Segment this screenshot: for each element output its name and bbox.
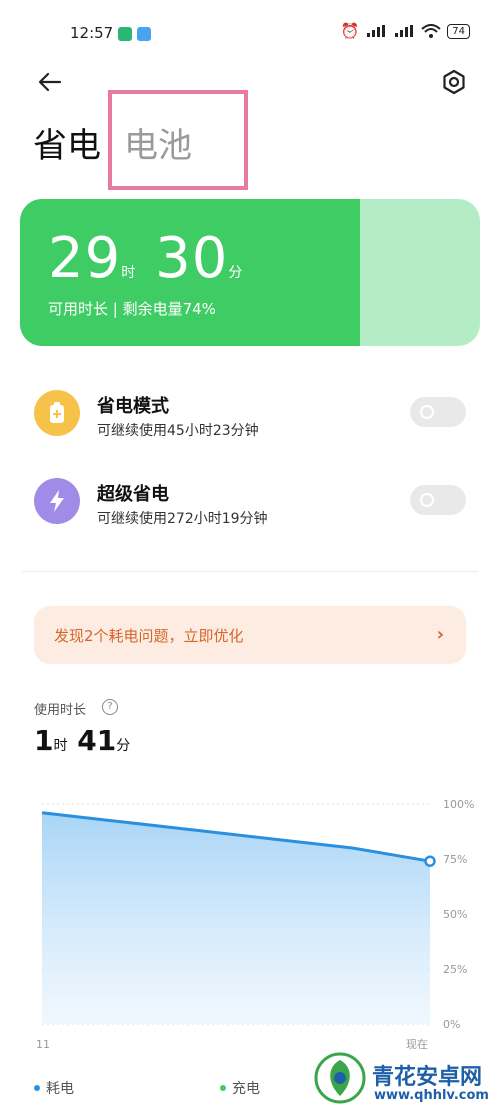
ultra-power-saving-subtitle: 可继续使用272小时19分钟: [97, 511, 268, 527]
y-tick-label: 100%: [443, 798, 474, 811]
usage-duration-value: 1时 41分: [34, 724, 131, 757]
section-divider: [22, 571, 478, 572]
legend-consumption: 耗电: [34, 1078, 74, 1098]
y-tick-label: 0%: [443, 1018, 460, 1031]
battery-icon: 74: [447, 23, 470, 39]
ultra-power-saving-toggle[interactable]: [410, 485, 466, 515]
status-icons: ⏰ 74: [341, 22, 470, 40]
highlight-annotation-box: [108, 90, 248, 190]
current-level-point: [424, 855, 436, 867]
settings-gear-icon[interactable]: [440, 68, 468, 96]
watermark-url: www.qhhlv.com: [374, 1088, 489, 1103]
chevron-right-icon: ›: [436, 624, 444, 645]
legend-dot: [34, 1085, 40, 1091]
watermark-logo-icon: [314, 1052, 366, 1104]
power-saving-mode-toggle[interactable]: [410, 397, 466, 427]
app-notification-icon: [118, 26, 133, 41]
legend-charging: 充电: [220, 1078, 260, 1098]
remaining-time: 29时 30分: [48, 226, 244, 291]
power-saving-mode-subtitle: 可继续使用45小时23分钟: [97, 423, 259, 439]
x-tick-label: 现在: [406, 1038, 428, 1051]
tab-power-saving[interactable]: 省电: [33, 118, 101, 167]
power-saving-mode-title: 省电模式: [97, 396, 169, 417]
legend-dot: [220, 1085, 226, 1091]
y-tick-label: 25%: [443, 963, 467, 976]
y-tick-label: 50%: [443, 908, 467, 921]
help-icon[interactable]: ?: [102, 699, 118, 715]
signal-icon: [395, 25, 414, 37]
app-notification-icon: [136, 26, 151, 41]
watermark-title: 青花安卓网: [372, 1065, 483, 1090]
chart-area-fill: [42, 812, 430, 1024]
toggle-knob: [420, 493, 434, 507]
y-tick-label: 75%: [443, 853, 467, 866]
x-tick-label: 11: [36, 1038, 50, 1051]
status-time: 12:57: [70, 24, 151, 42]
battery-subtitle: 可用时长 | 剩余电量74%: [48, 300, 216, 318]
usage-duration-label: 使用时长: [34, 703, 87, 718]
power-issue-text: 发现2个耗电问题，立即优化: [54, 627, 244, 645]
ultra-power-saving-title: 超级省电: [97, 484, 169, 505]
wifi-icon: [421, 24, 441, 38]
ultra-power-saving-icon: [34, 478, 80, 524]
battery-level-chart: 100% 75% 50% 25% 0% 11 现在: [36, 798, 474, 1051]
back-arrow-icon[interactable]: [36, 68, 64, 96]
power-saving-mode-icon: [34, 390, 80, 436]
toggle-knob: [420, 405, 434, 419]
alarm-icon: ⏰: [340, 22, 360, 40]
power-issue-banner[interactable]: 发现2个耗电问题，立即优化 ›: [34, 606, 466, 664]
signal-icon: [367, 25, 386, 37]
